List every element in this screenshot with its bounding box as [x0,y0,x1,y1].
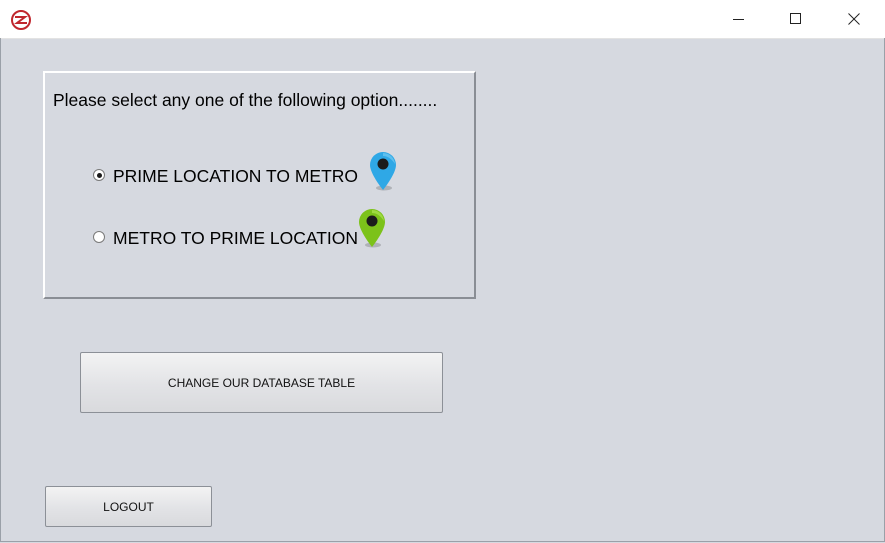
metro-logo-icon [11,10,31,30]
radio-metro-to-prime[interactable] [93,231,105,243]
maximize-icon [790,13,801,24]
location-pin-icon [370,152,396,191]
maximize-button[interactable] [767,0,825,38]
option-label-metro-to-prime[interactable]: METRO TO PRIME LOCATION [113,228,358,249]
logout-button[interactable]: LOGOUT [45,486,212,527]
option-label-prime-to-metro[interactable]: PRIME LOCATION TO METRO [113,166,358,187]
minimize-icon [733,19,744,20]
close-button[interactable] [825,0,883,38]
location-pin-icon [359,209,385,248]
minimize-button[interactable] [710,0,768,38]
radio-prime-to-metro[interactable] [93,169,105,181]
change-database-table-button[interactable]: CHANGE OUR DATABASE TABLE [80,352,443,413]
close-icon [848,13,860,25]
title-bar [0,0,885,39]
option-prompt: Please select any one of the following o… [53,90,438,110]
